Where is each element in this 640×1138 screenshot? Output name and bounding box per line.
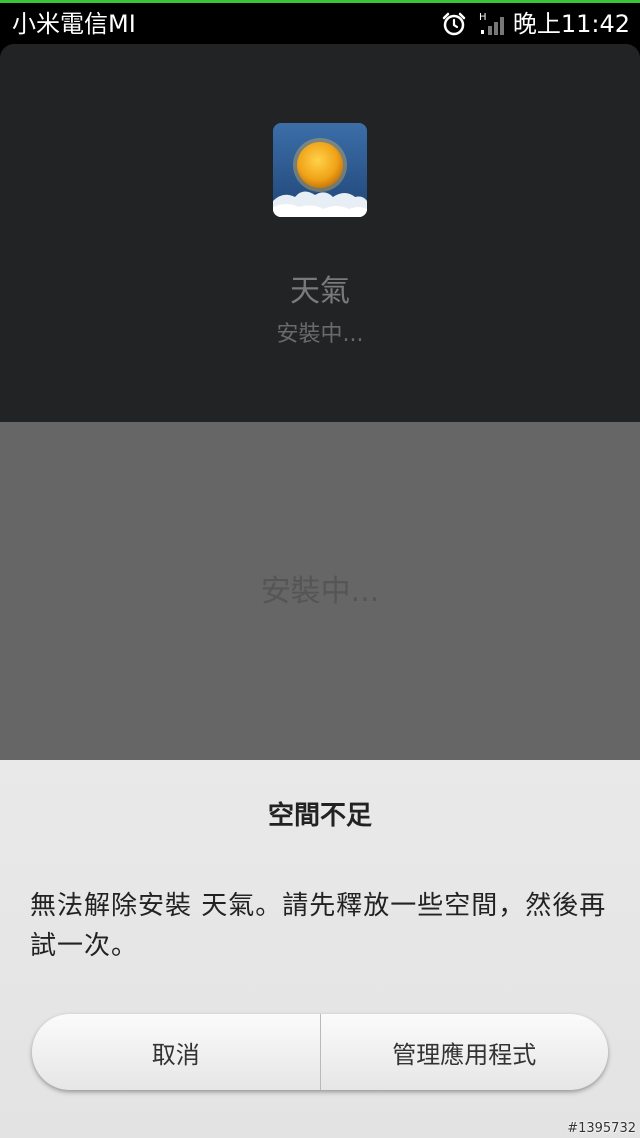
- manage-apps-button[interactable]: 管理應用程式: [321, 1014, 609, 1090]
- insufficient-space-dialog: 空間不足 無法解除安裝 天氣。請先釋放一些空間，然後再試一次。 取消 管理應用程…: [0, 760, 640, 1138]
- status-clock: 晚上11:42: [512, 10, 630, 38]
- weather-app-icon: [273, 123, 367, 217]
- svg-text:H: H: [479, 12, 487, 23]
- dialog-message: 無法解除安裝 天氣。請先釋放一些空間，然後再試一次。: [30, 891, 607, 961]
- installer-progress-area: 安裝中...: [0, 422, 640, 760]
- app-name: 天氣: [290, 274, 350, 309]
- signal-strength-icon: H: [479, 12, 504, 35]
- installer-header: 天氣 安裝中...: [0, 44, 640, 422]
- watermark: #1395732: [567, 1121, 636, 1136]
- dialog-title: 空間不足: [267, 801, 372, 831]
- install-progress-text: 安裝中...: [260, 574, 380, 609]
- alarm-clock-icon: [442, 12, 466, 36]
- status-bar: 小米電信MI H 晚上11:42: [0, 0, 640, 44]
- status-icons: H 晚上11:42: [441, 9, 630, 39]
- dialog-button-bar: 取消 管理應用程式: [32, 1014, 608, 1090]
- cancel-button[interactable]: 取消: [32, 1014, 320, 1090]
- app-install-status: 安裝中...: [276, 322, 364, 347]
- carrier-name: 小米電信MI: [12, 10, 136, 38]
